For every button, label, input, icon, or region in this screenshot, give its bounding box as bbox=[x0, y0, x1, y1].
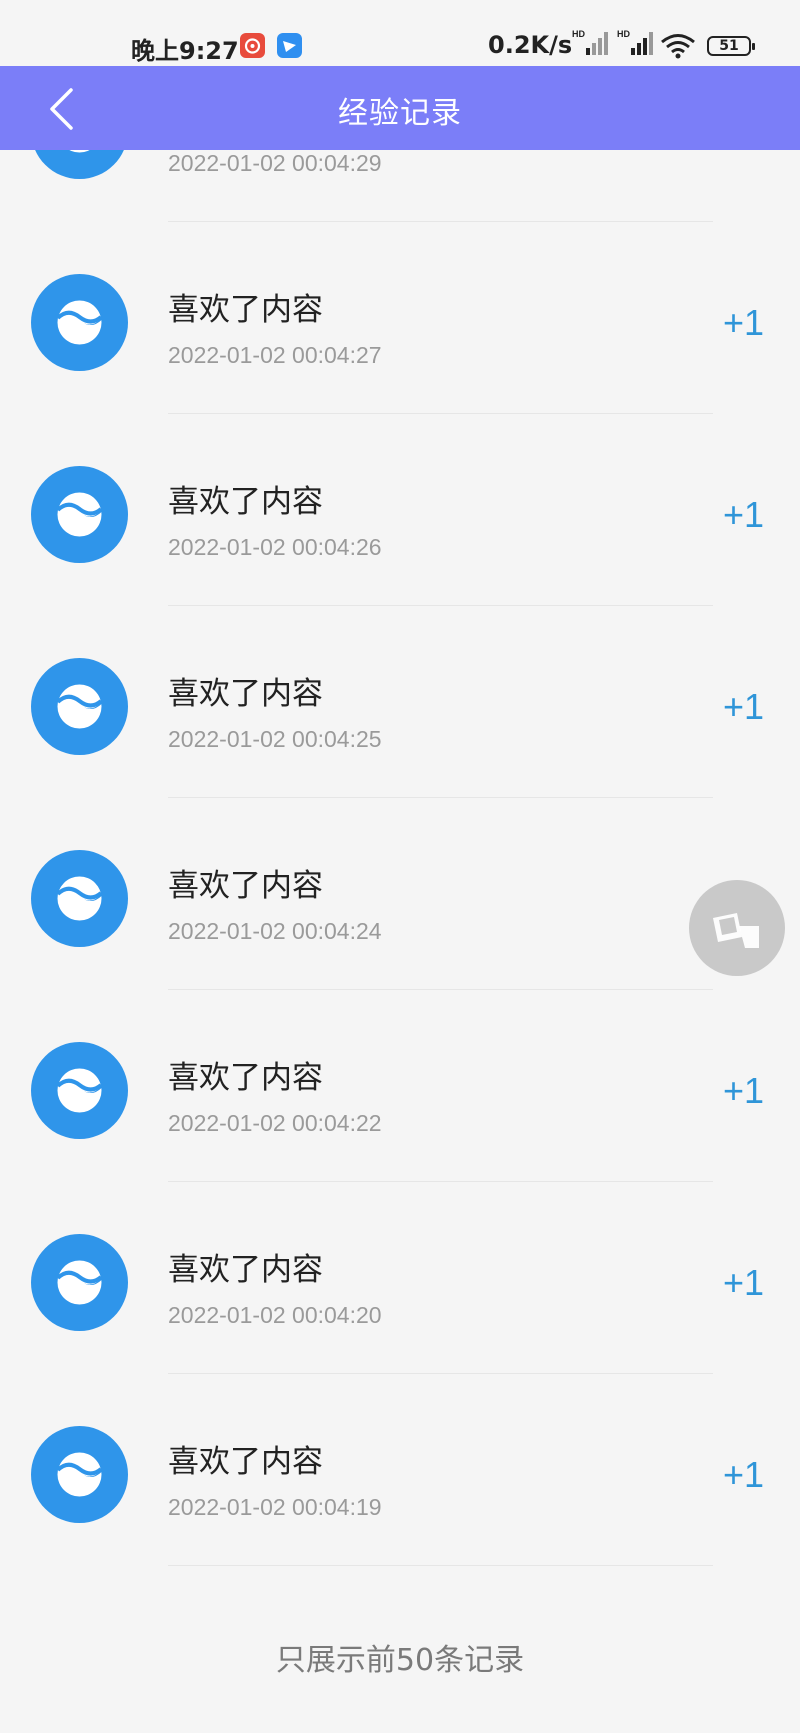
avatar-logo-icon bbox=[31, 466, 128, 563]
floating-assist-button[interactable] bbox=[689, 880, 785, 976]
list-item[interactable]: 喜欢了内容 2022-01-02 00:04:25 +1 bbox=[0, 606, 800, 798]
floating-ball-icon bbox=[689, 913, 785, 980]
battery-icon: 51 bbox=[707, 36, 755, 56]
avatar bbox=[31, 850, 128, 947]
svg-text:HD: HD bbox=[617, 29, 630, 39]
record-title: 喜欢了内容 bbox=[168, 292, 323, 328]
record-points: +1 bbox=[722, 1262, 764, 1303]
status-bar: 晚上9:27 0.2K/s HD HD 51 bbox=[0, 0, 800, 66]
svg-text:HD: HD bbox=[572, 29, 585, 39]
record-points: +1 bbox=[722, 1454, 764, 1495]
app-header: 经验记录 bbox=[0, 66, 800, 150]
record-time: 2022-01-02 00:04:27 bbox=[168, 342, 382, 368]
record-points: +1 bbox=[722, 1070, 764, 1111]
avatar-logo-icon bbox=[31, 1042, 128, 1139]
record-time: 2022-01-02 00:04:25 bbox=[168, 726, 382, 752]
page-title: 经验记录 bbox=[338, 96, 462, 131]
signal-hd-icon: HD bbox=[572, 28, 610, 60]
record-points: +1 bbox=[722, 686, 764, 727]
avatar bbox=[31, 1234, 128, 1331]
record-points: +1 bbox=[722, 494, 764, 535]
avatar bbox=[31, 1042, 128, 1139]
divider bbox=[168, 1565, 713, 1566]
status-time: 晚上9:27 bbox=[131, 37, 239, 65]
record-title: 喜欢了内容 bbox=[168, 1444, 323, 1480]
record-title: 喜欢了内容 bbox=[168, 1060, 323, 1096]
record-time: 2022-01-02 00:04:24 bbox=[168, 918, 382, 944]
signal-hd-icon: HD bbox=[617, 28, 655, 60]
avatar bbox=[31, 658, 128, 755]
avatar-logo-icon bbox=[31, 274, 128, 371]
list-item[interactable]: 喜欢了内容2022-01-02 00:04:24+1 bbox=[0, 798, 800, 990]
list-item[interactable]: 喜欢了内容 2022-01-02 00:04:19 +1 bbox=[0, 1374, 800, 1566]
list-item[interactable]: 喜欢了内容 2022-01-02 00:04:27 +1 bbox=[0, 222, 800, 414]
record-time: 2022-01-02 00:04:26 bbox=[168, 534, 382, 560]
record-title: 喜欢了内容 bbox=[168, 1252, 323, 1288]
avatar bbox=[31, 1426, 128, 1523]
list-item[interactable]: 喜欢了内容 2022-01-02 00:04:26 +1 bbox=[0, 414, 800, 606]
record-time: 2022-01-02 00:04:22 bbox=[168, 1110, 382, 1136]
record-time: 2022-01-02 00:04:19 bbox=[168, 1494, 382, 1520]
avatar-logo-icon bbox=[31, 1234, 128, 1331]
avatar-logo-icon bbox=[31, 1426, 128, 1523]
battery-level: 51 bbox=[719, 38, 739, 54]
record-points: +1 bbox=[722, 302, 764, 343]
record-time: 2022-01-02 00:04:29 bbox=[168, 150, 382, 176]
list-item[interactable]: 喜欢了内容 2022-01-02 00:04:22 +1 bbox=[0, 990, 800, 1182]
avatar bbox=[31, 274, 128, 371]
record-title: 喜欢了内容 bbox=[168, 868, 323, 904]
record-points: +1 bbox=[723, 150, 764, 152]
record-title: 喜欢了内容 bbox=[168, 484, 323, 520]
experience-record-list[interactable]: 2022-01-02 00:04:29 +1 喜欢了内容 2022-01-02 00:… bbox=[0, 150, 800, 1733]
record-title: 喜欢了内容 bbox=[168, 676, 323, 712]
record-time: 2022-01-02 00:04:20 bbox=[168, 1302, 382, 1328]
avatar-logo-icon bbox=[31, 658, 128, 755]
footer-note: 只展示前50条记录 bbox=[275, 1643, 525, 1678]
wifi-icon bbox=[660, 33, 696, 63]
network-speed: 0.2K/s bbox=[488, 31, 573, 59]
list-item[interactable]: 喜欢了内容 2022-01-02 00:04:20 +1 bbox=[0, 1182, 800, 1374]
avatar bbox=[31, 150, 128, 179]
netease-music-icon bbox=[240, 33, 265, 58]
avatar-logo-icon bbox=[31, 150, 128, 179]
avatar-logo-icon bbox=[31, 850, 128, 947]
feishu-icon bbox=[277, 33, 302, 58]
list-item[interactable]: 2022-01-02 00:04:29 +1 bbox=[0, 150, 800, 222]
avatar bbox=[31, 466, 128, 563]
